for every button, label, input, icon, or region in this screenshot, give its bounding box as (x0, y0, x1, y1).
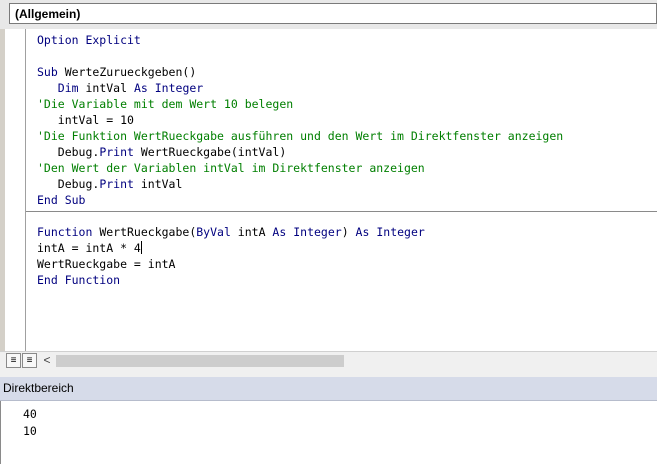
code-token: ) (341, 225, 356, 239)
comment-token: 'Die Funktion WertRueckgabe ausführen un… (37, 129, 564, 143)
keyword-token: Function (37, 225, 93, 239)
keyword-token: Integer (376, 225, 425, 239)
code-line[interactable]: intA = intA * 4 (37, 240, 142, 256)
immediate-output-line: 10 (23, 424, 37, 438)
text-caret (140, 241, 142, 254)
code-line[interactable]: Dim intVal As Integer (37, 80, 203, 96)
keyword-token: End Sub (37, 193, 86, 207)
code-line[interactable]: Function WertRueckgabe(ByVal intA As Int… (37, 224, 425, 240)
code-window[interactable]: Option Explicit Sub WerteZurueckgeben() D… (0, 29, 657, 370)
comment-token: 'Den Wert der Variablen intVal im Direkt… (37, 161, 425, 175)
keyword-token: Option Explicit (37, 33, 141, 47)
code-token: WerteZurueckgeben() (57, 65, 197, 79)
keyword-token: As (355, 225, 370, 239)
code-line[interactable]: Sub WerteZurueckgeben() (37, 64, 196, 80)
pane-splitter[interactable] (0, 369, 657, 377)
keyword-token: End Function (37, 273, 121, 287)
immediate-output-line: 40 (23, 407, 37, 421)
scrollbar-thumb[interactable] (56, 355, 344, 367)
code-token: intVal (78, 81, 134, 95)
procedure-view-icon[interactable]: ≡ (6, 353, 21, 368)
keyword-token: Integer (293, 225, 342, 239)
indicator-margin[interactable] (5, 29, 26, 353)
keyword-token: Dim (57, 81, 79, 95)
code-token: intVal (133, 177, 183, 191)
code-token: Debug. (37, 177, 100, 191)
code-editor[interactable]: Option Explicit Sub WerteZurueckgeben() D… (26, 29, 657, 353)
comment-token: 'Die Variable mit dem Wert 10 belegen (37, 97, 294, 111)
keyword-token: As (272, 225, 287, 239)
code-token: intA = intA * 4 (37, 241, 141, 255)
keyword-token: As (133, 81, 148, 95)
procedure-separator (26, 211, 657, 212)
code-token: Debug. (37, 145, 100, 159)
object-dropdown-value: (Allgemein) (15, 7, 81, 21)
code-line[interactable]: Option Explicit (37, 32, 141, 48)
code-token: intVal = 10 (37, 113, 134, 127)
code-token: WertRueckgabe( (92, 225, 197, 239)
keyword-token: Integer (154, 81, 204, 95)
immediate-window[interactable]: 40 10 (0, 401, 657, 464)
code-line[interactable]: 'Die Funktion WertRueckgabe ausführen un… (37, 128, 563, 144)
keyword-token: Sub (37, 65, 58, 79)
horizontal-scrollbar[interactable]: ≡ ≡ < (0, 351, 657, 370)
keyword-token: Print (99, 177, 134, 191)
immediate-window-title: Direktbereich (3, 381, 74, 395)
code-line[interactable]: WertRueckgabe = intA (37, 256, 175, 272)
code-token: intA (230, 225, 273, 239)
immediate-window-titlebar: Direktbereich (0, 377, 657, 401)
scroll-left-icon[interactable]: < (40, 353, 54, 368)
code-window-toolbar: (Allgemein) (0, 0, 657, 29)
keyword-token: ByVal (196, 225, 231, 239)
code-line[interactable]: Debug.Print intVal (37, 176, 183, 192)
code-token: WertRueckgabe = intA (37, 257, 176, 271)
code-token: WertRueckgabe(intVal) (133, 145, 287, 159)
code-line[interactable]: intVal = 10 (37, 112, 134, 128)
code-line[interactable]: Debug.Print WertRueckgabe(intVal) (37, 144, 287, 160)
code-line[interactable]: End Function (37, 272, 120, 288)
keyword-token: Print (99, 145, 134, 159)
code-line[interactable]: 'Die Variable mit dem Wert 10 belegen (37, 96, 293, 112)
full-module-view-icon[interactable]: ≡ (22, 353, 37, 368)
code-line[interactable]: End Sub (37, 192, 85, 208)
code-line[interactable]: 'Den Wert der Variablen intVal im Direkt… (37, 160, 425, 176)
object-dropdown[interactable]: (Allgemein) (9, 3, 657, 24)
